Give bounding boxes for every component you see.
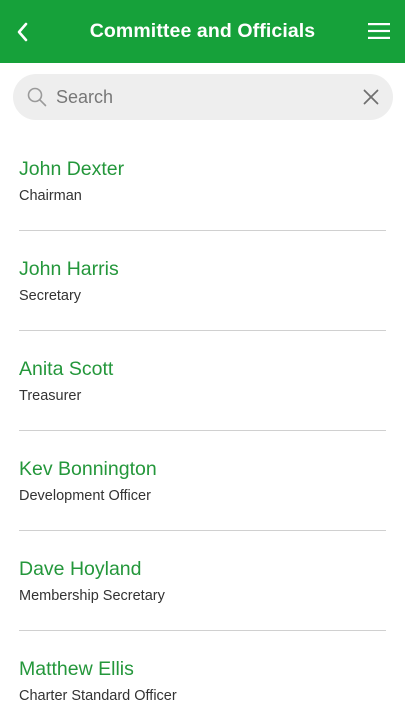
official-name: Dave Hoyland [19, 558, 142, 580]
officials-list: John Dexter Chairman John Harris Secreta… [0, 131, 405, 725]
official-role: Charter Standard Officer [19, 688, 177, 704]
hamburger-menu-icon [368, 23, 390, 39]
app-screen: Committee and Officials Search John Dext… [0, 0, 405, 725]
official-name: Kev Bonnington [19, 458, 157, 480]
official-name: Anita Scott [19, 358, 114, 380]
search-container [0, 63, 405, 120]
official-role: Secretary [19, 288, 82, 304]
list-item[interactable]: Kev Bonnington Development Officer [19, 431, 386, 531]
list-item[interactable]: Dave Hoyland Membership Secretary [19, 531, 386, 631]
search-input[interactable] [56, 74, 349, 120]
menu-button[interactable] [367, 20, 391, 42]
official-name: John Dexter [19, 158, 125, 180]
list-item[interactable]: Anita Scott Treasurer [19, 331, 386, 431]
list-item[interactable]: John Dexter Chairman [19, 131, 386, 231]
official-name: John Harris [19, 258, 119, 280]
search-icon [27, 87, 47, 107]
back-button[interactable] [10, 16, 36, 48]
clear-search-button[interactable] [361, 87, 381, 107]
official-name: Matthew Ellis [19, 658, 134, 680]
chevron-left-icon [17, 22, 28, 42]
search-bar [13, 74, 393, 120]
official-role: Chairman [19, 188, 82, 204]
list-item[interactable]: Matthew Ellis Charter Standard Officer [19, 631, 386, 725]
app-header: Committee and Officials [0, 0, 405, 63]
page-title: Committee and Officials [89, 20, 316, 42]
official-role: Development Officer [19, 488, 151, 504]
official-role: Treasurer [19, 388, 82, 404]
list-item[interactable]: John Harris Secretary [19, 231, 386, 331]
official-role: Membership Secretary [19, 588, 165, 604]
close-icon [363, 89, 379, 105]
